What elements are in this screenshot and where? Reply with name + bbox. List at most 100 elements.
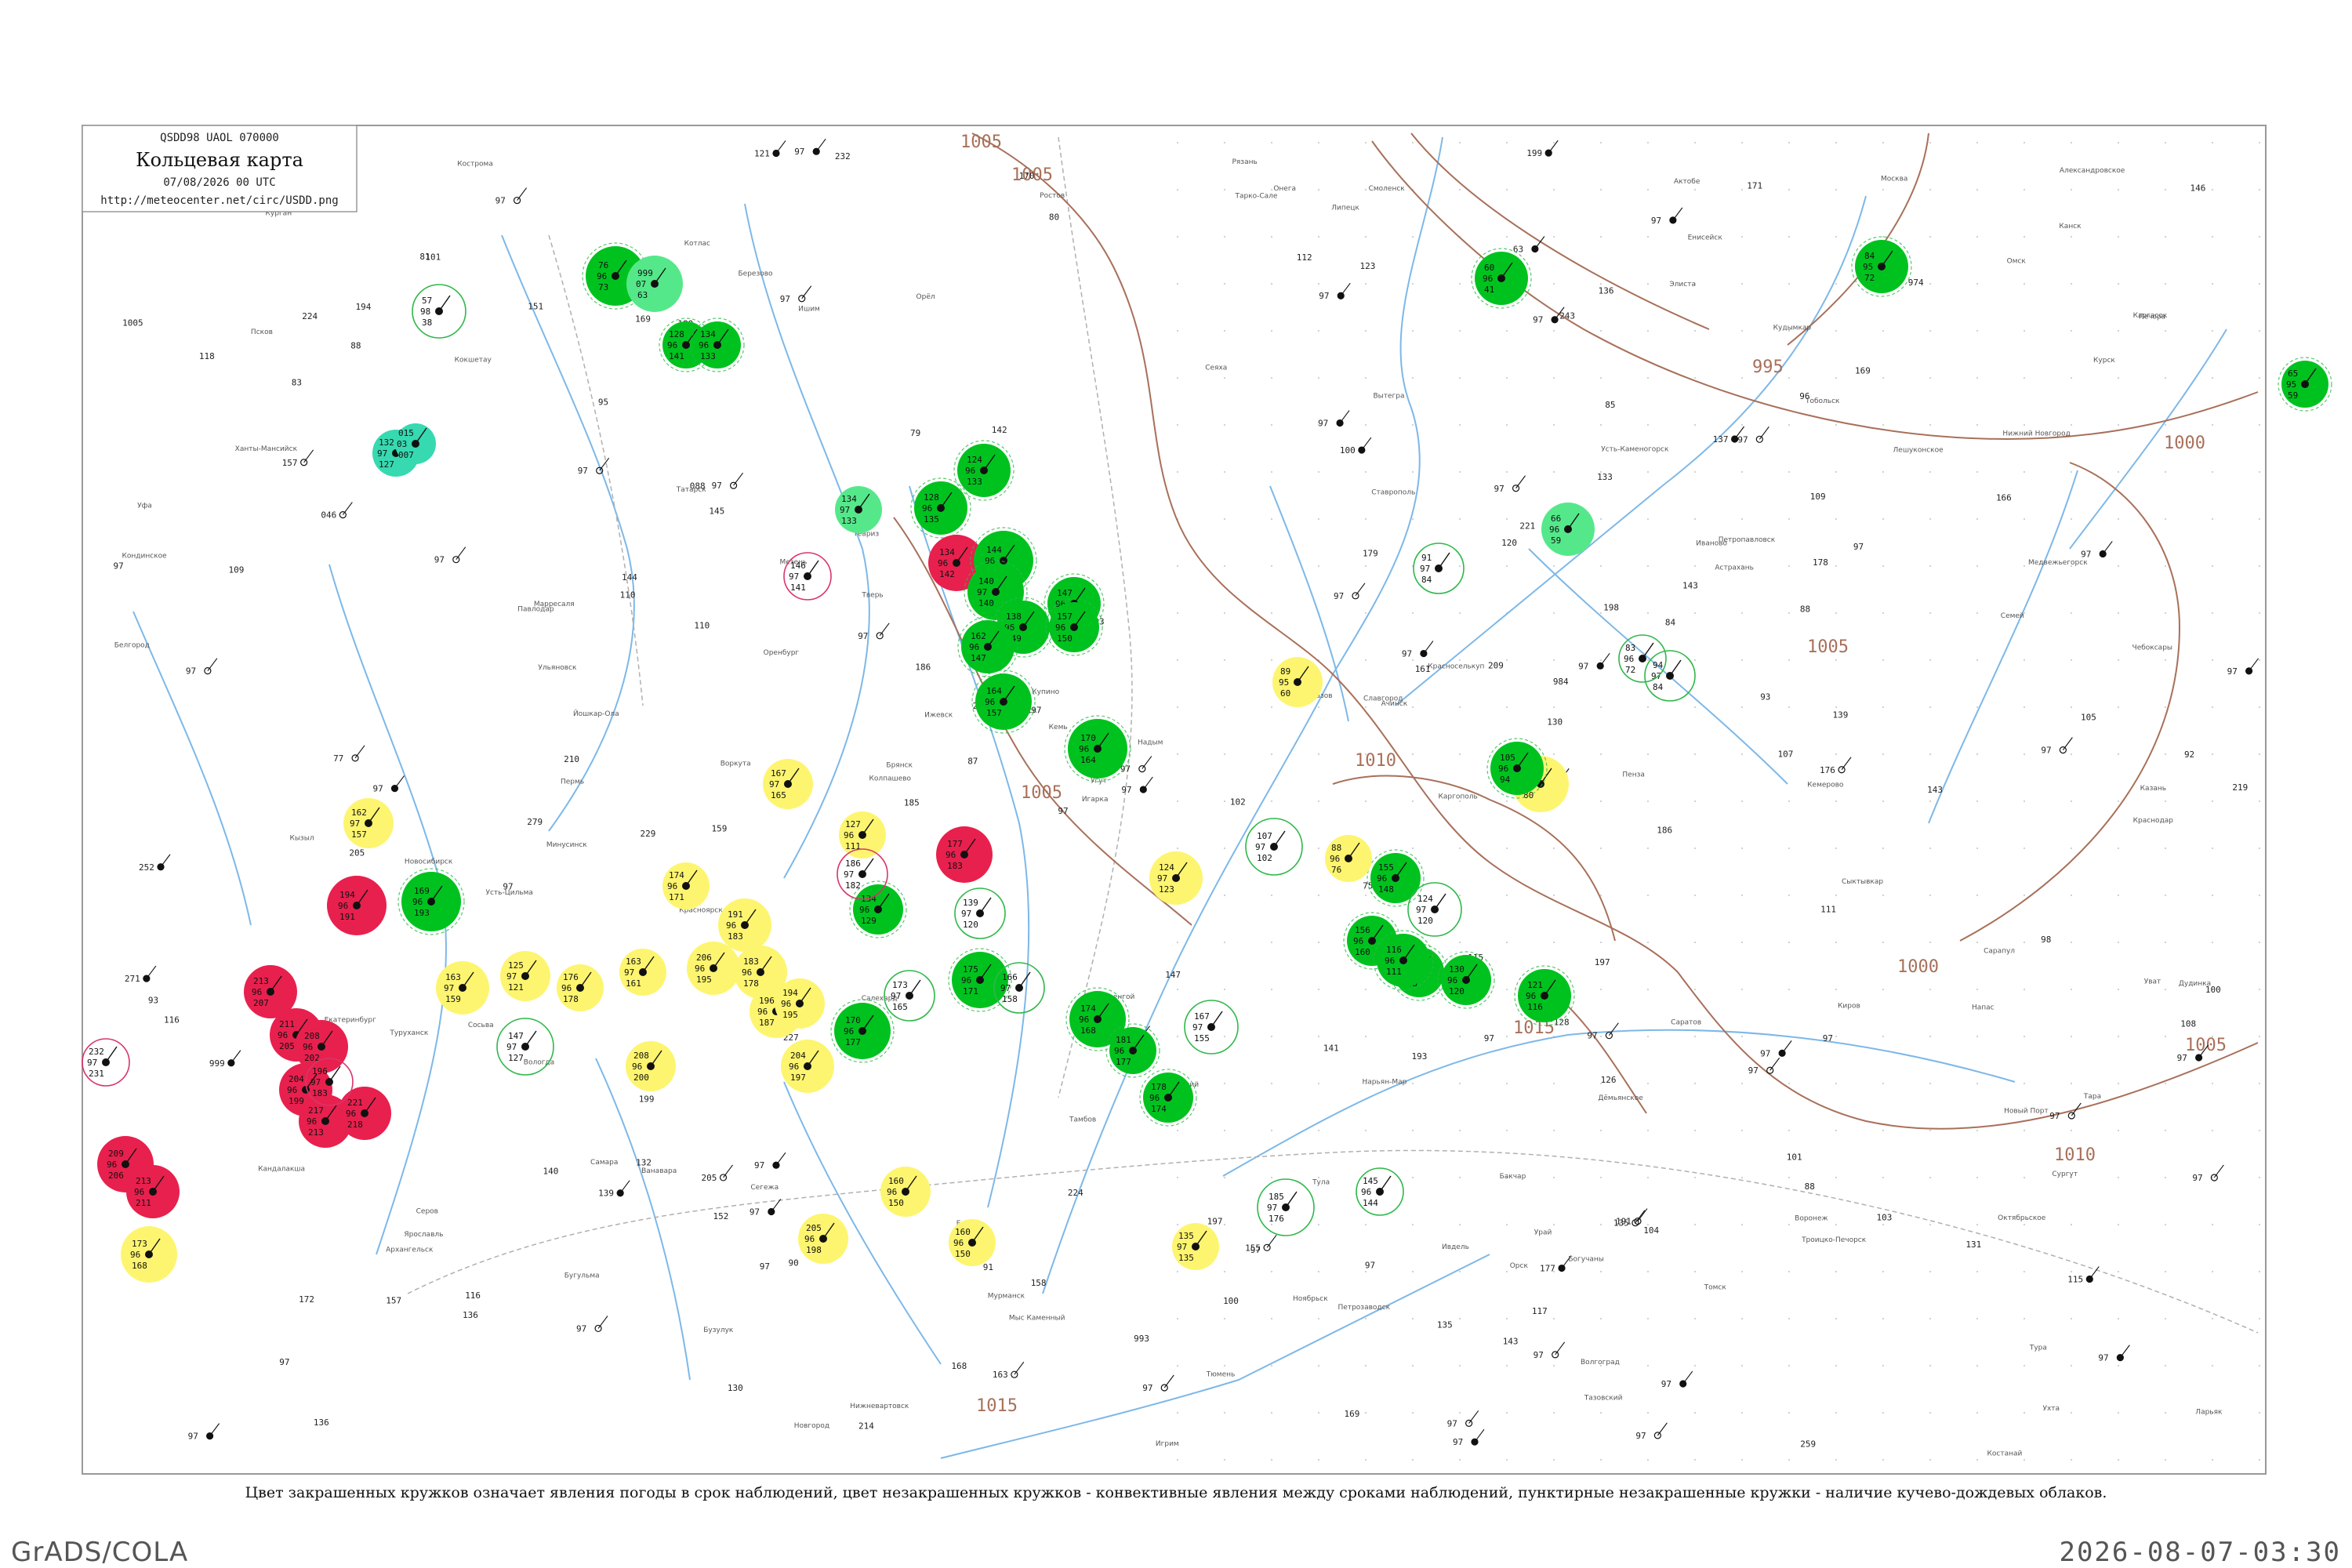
station-plot: 123 <box>1360 261 1376 271</box>
station-place-name: Астрахань <box>1715 564 1754 572</box>
station-number: 110 <box>620 590 636 600</box>
station-plot: 88 <box>350 341 361 351</box>
station-value: 96 <box>789 1062 799 1072</box>
station-number: 157 <box>386 1296 401 1306</box>
station-number: 102 <box>1230 797 1246 807</box>
station-number: 105 <box>2081 712 2096 722</box>
station-number: 97 <box>760 1261 770 1272</box>
station-place-name: Красноселькуп <box>1428 663 1484 671</box>
station-number: 107 <box>1777 749 1793 759</box>
station-number: 123 <box>1360 261 1376 271</box>
station-number: 97 <box>1587 1031 1597 1041</box>
station-value: 142 <box>939 569 955 579</box>
station-place-name: Урай <box>1534 1229 1552 1236</box>
station-marker: 16797165 <box>763 759 813 809</box>
station-value: 178 <box>743 978 759 989</box>
station-place-name: Ноябрьск <box>1293 1295 1328 1303</box>
map-date: 07/08/2026 00 UTC <box>163 176 275 189</box>
station-value: 72 <box>1625 665 1635 675</box>
station-number: 144 <box>622 572 637 583</box>
station-place-name: Усть-Цильма <box>486 889 533 897</box>
isobar-label: 1005 <box>1021 783 1062 803</box>
station-place-name: Кострома <box>457 161 493 169</box>
station-place-name: Ачинск <box>1381 700 1408 708</box>
station-number: 170 <box>1019 171 1035 181</box>
station-value: 96 <box>781 999 791 1009</box>
station-value: 211 <box>279 1019 295 1029</box>
station-number: 139 <box>1833 710 1849 720</box>
station-number: 97 <box>1058 806 1068 816</box>
isobar-label: 1005 <box>2185 1036 2227 1055</box>
station-value: 96 <box>632 1062 642 1072</box>
station-plot: 92 <box>2184 750 2194 760</box>
station-place-name: Минусинск <box>546 841 587 849</box>
station-value: 007 <box>398 450 414 460</box>
station-plot: 130 <box>1547 717 1563 727</box>
station-number: 87 <box>967 757 978 767</box>
station-number: 112 <box>1297 252 1312 263</box>
station-number: 110 <box>694 620 710 630</box>
station-plot: 178 <box>1813 557 1828 568</box>
station-number: 141 <box>1323 1043 1339 1053</box>
station-value: 144 <box>1363 1198 1378 1208</box>
station-number: 97 <box>1534 1350 1544 1360</box>
station-value: 178 <box>563 994 579 1004</box>
station-place-name: Сеяха <box>1205 365 1227 372</box>
station-value: 96 <box>726 920 736 931</box>
station-value: 173 <box>892 980 908 990</box>
station-plot: 95 <box>598 397 608 408</box>
station-number: 103 <box>1876 1213 1892 1223</box>
station-value: 205 <box>806 1223 822 1233</box>
station-marker: 899560 <box>1272 657 1323 707</box>
station-value: 183 <box>728 931 743 942</box>
station-plot: 209 <box>1488 660 1504 670</box>
station-place-name: Мурманск <box>988 1293 1025 1301</box>
station-plot: 131 <box>1965 1240 1981 1250</box>
station-plot: 170 <box>1019 171 1035 181</box>
station-number: 197 <box>1595 957 1610 967</box>
station-place-name: Татарск <box>676 486 706 494</box>
station-plot: 259 <box>1800 1439 1816 1450</box>
station-plot: 103 <box>1876 1213 1892 1223</box>
station-value: 195 <box>696 975 712 985</box>
station-plot: 974 <box>1908 278 1924 288</box>
station-marker: 20896200 <box>626 1041 676 1091</box>
station-value: 96 <box>1079 1014 1089 1025</box>
station-number: 85 <box>1605 400 1615 410</box>
station-value: 168 <box>1080 1025 1096 1036</box>
station-number: 97 <box>1318 419 1328 429</box>
station-plot: 110 <box>620 590 636 600</box>
station-place-name: Сыктывкар <box>1842 878 1883 886</box>
station-number: 135 <box>1437 1319 1453 1330</box>
station-plot: 136 <box>1599 285 1614 296</box>
station-value: 196 <box>312 1066 328 1076</box>
station-value: 147 <box>508 1031 524 1041</box>
station-value: 97 <box>1000 983 1011 993</box>
station-number: 176 <box>1820 765 1835 775</box>
station-value: 177 <box>845 1037 861 1047</box>
graticule-dots <box>1176 125 2266 1474</box>
station-place-name: Брянск <box>886 761 913 769</box>
station-value: 95 <box>1279 677 1289 688</box>
station-place-name: Бузулук <box>703 1327 734 1334</box>
station-number: 120 <box>1501 538 1517 548</box>
station-number: 97 <box>372 784 383 794</box>
station-number: 159 <box>711 823 727 833</box>
station-place-name: Петропавловск <box>1719 536 1776 544</box>
station-number: 111 <box>1820 904 1836 914</box>
station-value: 97 <box>506 1042 517 1052</box>
station-number: 77 <box>333 753 343 764</box>
station-place-name: Ростов <box>1040 192 1065 200</box>
station-value: 171 <box>963 986 978 996</box>
station-marker: 16297157 <box>343 798 394 848</box>
station-place-name: Игрим <box>1156 1440 1179 1448</box>
station-place-name: Костанай <box>1987 1450 2022 1458</box>
station-number: 97 <box>1494 484 1504 494</box>
station-value: 162 <box>351 808 367 818</box>
station-value: 194 <box>339 890 355 900</box>
station-place-name: Кемерово <box>1807 782 1844 789</box>
station-value: 89 <box>1280 666 1290 677</box>
station-marker: 9990763 <box>626 256 683 312</box>
station-value: 72 <box>1864 273 1875 283</box>
station-place-name: Лешуконское <box>1893 446 1944 454</box>
